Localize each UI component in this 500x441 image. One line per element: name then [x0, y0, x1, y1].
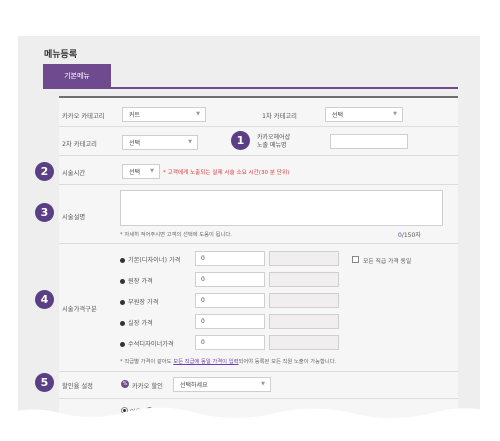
- price-input-director[interactable]: 0: [195, 272, 265, 287]
- price-row-label: 실장 가격: [120, 318, 153, 327]
- time-label: 시술시간: [62, 170, 86, 177]
- kakao-category-label: 카카오 카테고리: [62, 113, 105, 120]
- price-note: * 직급별 가격이 같아도 모든 직급에 동일 가격이 입력되어야 등록된 모든…: [120, 359, 337, 365]
- discount-select-value: 선택하세요: [180, 382, 208, 389]
- row-divider: [59, 398, 458, 399]
- description-counter: 0/150자: [398, 230, 421, 239]
- time-hint: * 고객에게 노출되는 실제 시술 소요 시간(30 분 단위): [163, 170, 290, 176]
- description-max: /150자: [401, 232, 421, 239]
- step-badge-1: 1: [231, 131, 250, 150]
- price-row-label: 기본(디자이너) 가격: [120, 255, 180, 264]
- price-input-senior-designer[interactable]: 0: [195, 335, 265, 350]
- second-category-value: 선택: [129, 140, 141, 147]
- exposure-name-input[interactable]: [330, 134, 408, 149]
- price-readonly-manager: [269, 314, 339, 329]
- price-input-vice-director[interactable]: 0: [195, 293, 265, 308]
- kakao-category-value: 커트: [129, 112, 141, 119]
- price-row-label: 수석디자이너가격: [120, 339, 174, 348]
- description-textarea[interactable]: [120, 190, 443, 226]
- price-note-link: 모든 직급에 동일 가격이 입력: [173, 359, 239, 365]
- price-readonly-vice-director: [269, 293, 339, 308]
- second-category-select[interactable]: 선택 ▼: [122, 135, 198, 150]
- time-select[interactable]: 선택 ▼: [122, 164, 160, 179]
- kakao-category-select[interactable]: 커트 ▼: [122, 107, 206, 122]
- menu-form: 카카오 카테고리 커트 ▼ 1차 카테고리 선택 ▼ 2차 카테고리 선택 ▼ …: [59, 96, 458, 426]
- step-badge-2: 2: [35, 162, 54, 181]
- discount-select[interactable]: 선택하세요 ▼: [173, 377, 271, 392]
- same-price-label: 모든 직급 가격 동일: [363, 259, 412, 265]
- chevron-down-icon: ▼: [261, 381, 265, 387]
- same-price-checkbox[interactable]: [352, 256, 359, 263]
- step-badge-4: 4: [35, 290, 54, 309]
- chevron-down-icon: ▼: [150, 168, 154, 174]
- bullet-icon: [120, 320, 125, 326]
- row-divider: [59, 184, 458, 185]
- step-badge-5: 5: [35, 373, 54, 392]
- second-category-label: 2차 카테고리: [62, 141, 97, 148]
- tab-underline: [43, 87, 458, 89]
- chevron-down-icon: ▼: [196, 111, 200, 117]
- price-readonly-basic: [269, 251, 339, 266]
- bullet-icon: [120, 278, 125, 284]
- time-select-value: 선택: [129, 169, 141, 176]
- first-category-value: 선택: [332, 112, 344, 119]
- row-divider: [59, 371, 458, 372]
- description-note: * 자세히 적어주시면 고객의 선택에 도움이 됩니다.: [120, 232, 232, 238]
- chevron-down-icon: ▼: [393, 111, 397, 117]
- price-row-label: 부원장 가격: [120, 297, 158, 306]
- bullet-icon: [120, 257, 125, 263]
- price-readonly-director: [269, 272, 339, 287]
- page-title: 메뉴등록: [44, 50, 78, 60]
- kakao-discount-icon: %: [121, 380, 129, 388]
- bullet-icon: [120, 341, 125, 347]
- tab-basic-menu[interactable]: 기본메뉴: [43, 64, 111, 87]
- discount-label: 할인율 설정: [62, 383, 93, 390]
- row-divider: [59, 126, 458, 127]
- exposure-name-label: 카카오헤어샵 노출 메뉴명: [257, 134, 290, 150]
- row-divider: [59, 155, 458, 156]
- step-badge-3: 3: [35, 203, 54, 222]
- bullet-icon: [120, 299, 125, 305]
- first-category-label: 1차 카테고리: [262, 113, 297, 120]
- price-readonly-senior-designer: [269, 335, 339, 350]
- row-divider: [59, 243, 458, 244]
- exposure-label-line2: 노출 메뉴명: [257, 142, 287, 149]
- price-input-manager[interactable]: 0: [195, 314, 265, 329]
- exposure-label-line1: 카카오헤어샵: [257, 134, 291, 141]
- chevron-down-icon: ▼: [188, 139, 192, 145]
- first-category-select[interactable]: 선택 ▼: [325, 107, 403, 122]
- price-label: 시술가격구분: [62, 306, 97, 313]
- torn-edge: [0, 407, 500, 441]
- description-label: 시술설명: [62, 214, 86, 221]
- price-input-basic[interactable]: 0: [195, 251, 265, 266]
- kakao-discount-label: 카카오 할인: [132, 383, 163, 390]
- price-row-label: 원장 가격: [120, 276, 153, 285]
